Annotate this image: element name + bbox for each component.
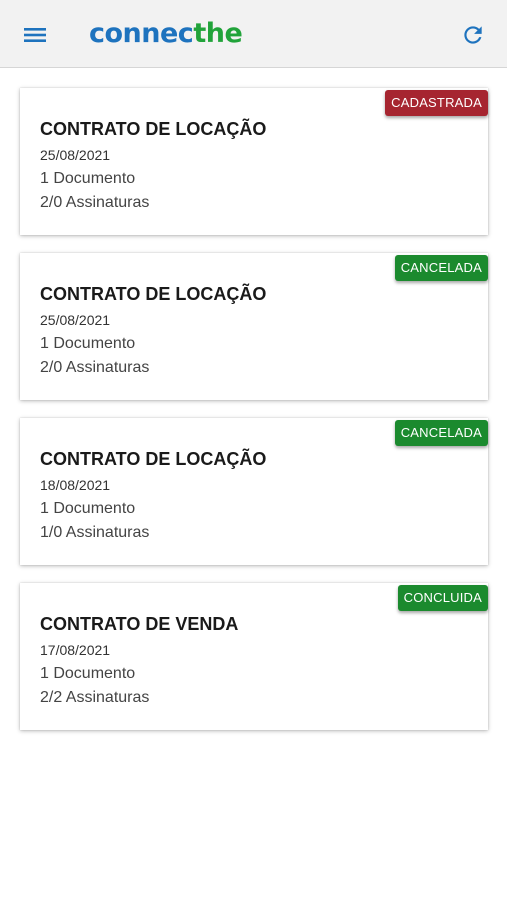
contract-list: CADASTRADA CONTRATO DE LOCAÇÃO 25/08/202… (20, 88, 488, 748)
contract-card[interactable]: CANCELADA CONTRATO DE LOCAÇÃO 25/08/2021… (20, 253, 488, 400)
contract-title: CONTRATO DE LOCAÇÃO (40, 284, 267, 304)
status-badge: CANCELADA (394, 255, 488, 281)
contract-date: 25/08/2021 (40, 147, 111, 163)
contract-date: 18/08/2021 (40, 477, 111, 493)
contract-title: CONTRATO DE VENDA (40, 614, 239, 634)
contract-date: 25/08/2021 (40, 312, 111, 328)
logo-text-part1: connec (89, 18, 194, 49)
contract-card[interactable]: CANCELADA CONTRATO DE LOCAÇÃO 18/08/2021… (20, 418, 488, 565)
refresh-icon[interactable] (460, 22, 486, 48)
status-badge: CONCLUIDA (397, 585, 488, 611)
document-count: 1 Documento (40, 500, 136, 517)
logo-text-part2: the (193, 18, 243, 49)
menu-icon[interactable] (22, 22, 48, 48)
app-logo: connecthe (89, 14, 243, 54)
app-bar: connecthe (0, 0, 507, 68)
status-badge: CANCELADA (394, 420, 488, 446)
status-badge: CADASTRADA (385, 90, 488, 116)
document-count: 1 Documento (40, 665, 136, 682)
signature-count: 2/0 Assinaturas (40, 194, 150, 211)
document-count: 1 Documento (40, 335, 136, 352)
signature-count: 2/2 Assinaturas (40, 689, 150, 706)
contract-card[interactable]: CADASTRADA CONTRATO DE LOCAÇÃO 25/08/202… (20, 88, 488, 235)
document-count: 1 Documento (40, 170, 136, 187)
contract-date: 17/08/2021 (40, 642, 111, 658)
signature-count: 2/0 Assinaturas (40, 359, 150, 376)
contract-title: CONTRATO DE LOCAÇÃO (40, 449, 267, 469)
contract-title: CONTRATO DE LOCAÇÃO (40, 119, 267, 139)
signature-count: 1/0 Assinaturas (40, 524, 150, 541)
contract-card[interactable]: CONCLUIDA CONTRATO DE VENDA 17/08/2021 1… (20, 583, 488, 730)
